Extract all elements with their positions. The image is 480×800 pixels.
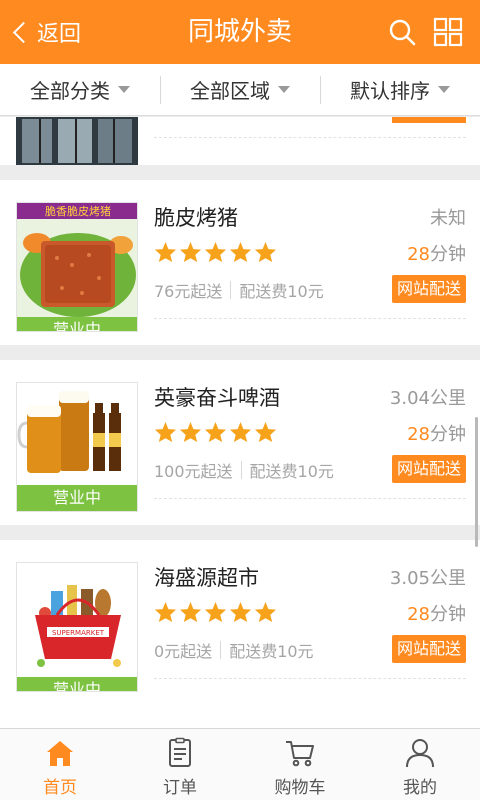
star-icon xyxy=(204,421,227,443)
delivery-time: 28分钟 xyxy=(407,240,466,266)
user-icon xyxy=(406,739,434,768)
divider xyxy=(154,137,466,138)
divider xyxy=(154,318,466,319)
store-meta: 76元起送 配送费10元 xyxy=(154,278,324,302)
store-meta: 0元起送 配送费10元 xyxy=(154,638,314,662)
svg-text:SUPERMARKET: SUPERMARKET xyxy=(52,629,105,637)
store-distance: 未知 xyxy=(430,208,466,229)
status-badge: 营业中 xyxy=(17,485,137,511)
star-icon xyxy=(229,601,252,623)
status-badge: 营业中 xyxy=(17,317,137,331)
store-image: 脆香脆皮烤猪 营业中 xyxy=(16,202,138,332)
delivery-time: 28分钟 xyxy=(407,600,466,626)
tab-profile-label: 我的 xyxy=(403,778,437,798)
delivery-time-unit: 分钟 xyxy=(430,604,466,625)
star-icon xyxy=(179,421,202,443)
divider xyxy=(230,281,232,299)
store-name: 脆皮烤猪 xyxy=(154,206,238,230)
store-card[interactable]: 营业中 英豪奋斗啤酒 3.04公里 28分钟 100元起送 配送费10元 网站配… xyxy=(0,360,480,525)
delivery-badge-partial xyxy=(392,117,466,123)
star-icon xyxy=(154,421,177,443)
filter-sort-dropdown[interactable]: 默认排序 xyxy=(320,64,480,115)
tab-cart-label: 购物车 xyxy=(274,778,326,798)
star-icon xyxy=(179,601,202,623)
tab-home[interactable]: 首页 xyxy=(0,729,120,800)
roast-pork-photo: 脆香脆皮烤猪 xyxy=(17,203,137,331)
delivery-type-badge: 网站配送 xyxy=(392,635,466,663)
rating-stars xyxy=(154,601,277,623)
caret-down-icon xyxy=(438,86,450,93)
category-grid-icon[interactable] xyxy=(432,16,464,48)
divider xyxy=(220,641,222,659)
store-name: 海盛源超市 xyxy=(154,566,259,590)
delivery-type-badge: 网站配送 xyxy=(392,275,466,303)
delivery-time-unit: 分钟 xyxy=(430,244,466,265)
rating-stars xyxy=(154,421,277,443)
star-icon xyxy=(154,241,177,263)
star-icon xyxy=(154,601,177,623)
supermarket-basket-photo: SUPERMARKET xyxy=(17,563,137,691)
divider xyxy=(154,498,466,499)
store-image: SUPERMARKET 营业中 xyxy=(16,562,138,692)
delivery-fee: 配送费10元 xyxy=(229,642,314,661)
top-bar: 返回 同城外卖 xyxy=(0,0,480,64)
star-icon xyxy=(204,601,227,623)
caret-down-icon xyxy=(278,86,290,93)
star-icon xyxy=(254,421,277,443)
min-order: 76元起送 xyxy=(154,282,223,301)
store-list[interactable]: 脆香脆皮烤猪 营业中 脆皮烤猪 未知 28分钟 76元起送 配送费10元 网站配… xyxy=(0,117,480,728)
star-icon xyxy=(254,601,277,623)
store-meta: 100元起送 配送费10元 xyxy=(154,458,334,482)
search-icon[interactable] xyxy=(386,16,418,48)
star-icon xyxy=(229,241,252,263)
filter-area-dropdown[interactable]: 全部区域 xyxy=(160,64,320,115)
filter-area-label: 全部区域 xyxy=(190,79,270,103)
min-order: 0元起送 xyxy=(154,642,213,661)
star-icon xyxy=(254,241,277,263)
tab-cart[interactable]: 购物车 xyxy=(240,729,360,800)
store-image: 营业中 xyxy=(16,382,138,512)
store-distance: 3.04公里 xyxy=(389,388,466,409)
filter-category-dropdown[interactable]: 全部分类 xyxy=(0,64,160,115)
bottom-tab-bar: 首页 订单 购物车 我的 xyxy=(0,728,480,800)
star-icon xyxy=(179,241,202,263)
caret-down-icon xyxy=(118,86,130,93)
delivery-time-value: 28 xyxy=(407,244,430,265)
filter-sort-label: 默认排序 xyxy=(350,79,430,103)
star-icon xyxy=(229,421,252,443)
delivery-fee: 配送费10元 xyxy=(249,462,334,481)
tab-home-label: 首页 xyxy=(43,778,77,798)
filter-category-label: 全部分类 xyxy=(30,79,110,103)
svg-text:脆香脆皮烤猪: 脆香脆皮烤猪 xyxy=(45,204,111,218)
store-name: 英豪奋斗啤酒 xyxy=(154,386,280,410)
home-icon xyxy=(47,741,73,766)
status-badge: 营业中 xyxy=(17,677,137,691)
tab-orders-label: 订单 xyxy=(163,778,197,798)
tab-orders[interactable]: 订单 xyxy=(120,729,240,800)
scrollbar[interactable] xyxy=(475,417,478,547)
min-order: 100元起送 xyxy=(154,462,233,481)
storefront-photo xyxy=(16,117,138,165)
store-distance: 3.05公里 xyxy=(389,568,466,589)
star-icon xyxy=(204,241,227,263)
delivery-time-unit: 分钟 xyxy=(430,424,466,445)
divider xyxy=(240,461,242,479)
delivery-time-value: 28 xyxy=(407,424,430,445)
order-icon xyxy=(169,737,191,767)
tab-profile[interactable]: 我的 xyxy=(360,729,480,800)
rating-stars xyxy=(154,241,277,263)
store-image-partial xyxy=(16,117,138,165)
divider xyxy=(154,678,466,679)
delivery-time: 28分钟 xyxy=(407,420,466,446)
delivery-time-value: 28 xyxy=(407,604,430,625)
store-card-partial[interactable] xyxy=(0,117,480,165)
delivery-fee: 配送费10元 xyxy=(239,282,324,301)
store-card[interactable]: 脆香脆皮烤猪 营业中 脆皮烤猪 未知 28分钟 76元起送 配送费10元 网站配… xyxy=(0,180,480,345)
cart-icon xyxy=(286,741,314,767)
store-card[interactable]: SUPERMARKET 营业中 海盛源超市 3.05公里 28分钟 0元起送 配… xyxy=(0,540,480,728)
delivery-type-badge: 网站配送 xyxy=(392,455,466,483)
filter-bar: 全部分类 全部区域 默认排序 xyxy=(0,64,480,116)
